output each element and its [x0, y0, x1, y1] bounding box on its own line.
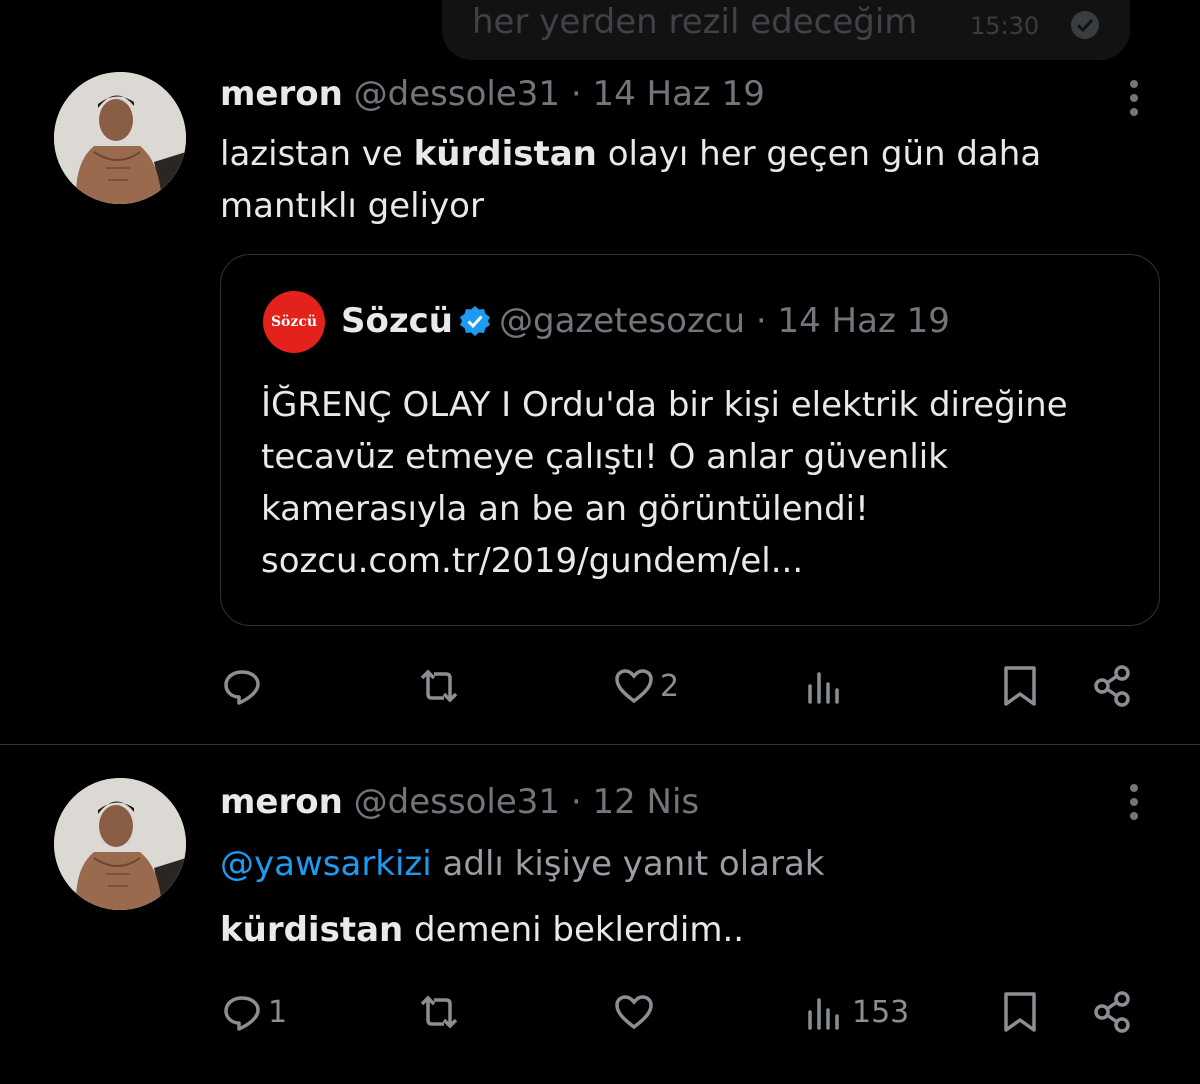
separator: ·	[755, 301, 767, 341]
views-button[interactable]: 153	[804, 987, 909, 1037]
views-chart-icon	[808, 672, 839, 704]
tweet-date[interactable]: 14 Haz 19	[592, 74, 764, 114]
bookmark-button[interactable]	[998, 987, 1042, 1037]
quoted-text-line: tecavüz etmeye çalıştı! O anlar güvenlik	[261, 437, 948, 477]
tweet-text-line: mantıklı geliyor	[220, 186, 484, 226]
chat-bubble: her yerden rezil edeceğim 15:30	[442, 0, 1130, 60]
share-button[interactable]	[1090, 987, 1134, 1037]
quoted-tweet-text: İĞRENÇ OLAY I Ordu'da bir kişi elektrik …	[261, 379, 1141, 587]
tweet-text-bold: kürdistan	[220, 910, 404, 950]
more-options-icon[interactable]	[1120, 782, 1148, 826]
tweet-text-part: lazistan ve	[220, 134, 414, 174]
verified-badge-icon	[460, 306, 490, 336]
reply-button[interactable]	[220, 661, 268, 711]
quoted-tweet[interactable]: Sözcü Sözcü @gazetesozcu · 14 Haz 19 İĞR…	[220, 254, 1160, 626]
retweet-button[interactable]	[414, 661, 468, 711]
author-name[interactable]: meron	[220, 74, 343, 114]
reply-count: 1	[268, 994, 288, 1030]
tweet-actions: 2	[0, 661, 1200, 711]
quoted-link[interactable]: sozcu.com.tr/2019/gundem/el...	[261, 535, 1141, 587]
views-chart-icon	[808, 998, 839, 1030]
quoted-author-handle: @gazetesozcu	[499, 301, 746, 341]
tweet-text-bold: kürdistan	[413, 134, 597, 174]
sozcu-logo: Sözcü	[263, 291, 325, 353]
avatar[interactable]	[54, 72, 186, 204]
author-handle[interactable]: @dessole31	[354, 782, 560, 822]
heart-icon	[615, 995, 653, 1030]
retweet-icon	[420, 669, 458, 703]
separator: ·	[570, 782, 582, 822]
views-count: 153	[852, 994, 910, 1030]
quoted-text-line: kamerasıyla an be an görüntülendi!	[261, 489, 869, 529]
tweet-divider	[0, 744, 1200, 745]
reply-icon	[224, 996, 260, 1031]
quoted-author-name: Sözcü	[341, 301, 453, 341]
more-options-icon[interactable]	[1120, 78, 1148, 122]
bookmark-icon	[1004, 666, 1036, 706]
screen: her yerden rezil edeceğim 15:30 meron @d…	[0, 0, 1200, 1084]
tweet-text: kürdistan demeni beklerdim..	[220, 904, 744, 956]
share-button[interactable]	[1090, 661, 1134, 711]
bookmark-icon	[1004, 992, 1036, 1032]
heart-icon	[615, 669, 653, 704]
chat-bubble-text: her yerden rezil edeceğim	[472, 2, 918, 42]
tweet-text-part: demeni beklerdim..	[403, 910, 745, 950]
tweet-header: meron @dessole31 · 12 Nis	[220, 780, 699, 824]
avatar-photo-icon	[54, 72, 186, 204]
reply-button[interactable]: 1	[220, 987, 287, 1037]
reply-mention-link[interactable]: @yawsarkizi	[220, 844, 432, 884]
bookmark-button[interactable]	[998, 661, 1042, 711]
reply-icon	[224, 670, 260, 705]
views-button[interactable]	[804, 661, 852, 711]
tweet-text: lazistan ve kürdistan olayı her geçen gü…	[220, 128, 1041, 232]
tweet-date[interactable]: 12 Nis	[592, 782, 699, 822]
quoted-tweet-date: 14 Haz 19	[777, 301, 950, 341]
reply-context-text: adlı kişiye yanıt olarak	[431, 844, 825, 884]
avatar-photo-icon	[54, 778, 186, 910]
separator: ·	[570, 74, 582, 114]
like-button[interactable]	[612, 987, 660, 1037]
retweet-icon	[420, 995, 458, 1029]
like-button[interactable]: 2	[612, 661, 679, 711]
share-icon	[1094, 991, 1130, 1033]
avatar[interactable]	[54, 778, 186, 910]
author-handle[interactable]: @dessole31	[354, 74, 560, 114]
retweet-button[interactable]	[414, 987, 468, 1037]
read-check-icon	[1071, 11, 1099, 39]
chat-bubble-time: 15:30	[970, 12, 1040, 40]
tweet-actions: 1 153	[0, 987, 1200, 1037]
like-count: 2	[660, 668, 680, 704]
quoted-text-line: İĞRENÇ OLAY I Ordu'da bir kişi elektrik …	[261, 385, 1068, 425]
quoted-tweet-header: Sözcü @gazetesozcu · 14 Haz 19	[341, 299, 950, 343]
tweet-text-part: olayı her geçen gün daha	[596, 134, 1042, 174]
tweet-header: meron @dessole31 · 14 Haz 19	[220, 72, 765, 116]
author-name[interactable]: meron	[220, 782, 343, 822]
reply-context: @yawsarkizi adlı kişiye yanıt olarak	[220, 838, 824, 890]
share-icon	[1094, 665, 1130, 707]
